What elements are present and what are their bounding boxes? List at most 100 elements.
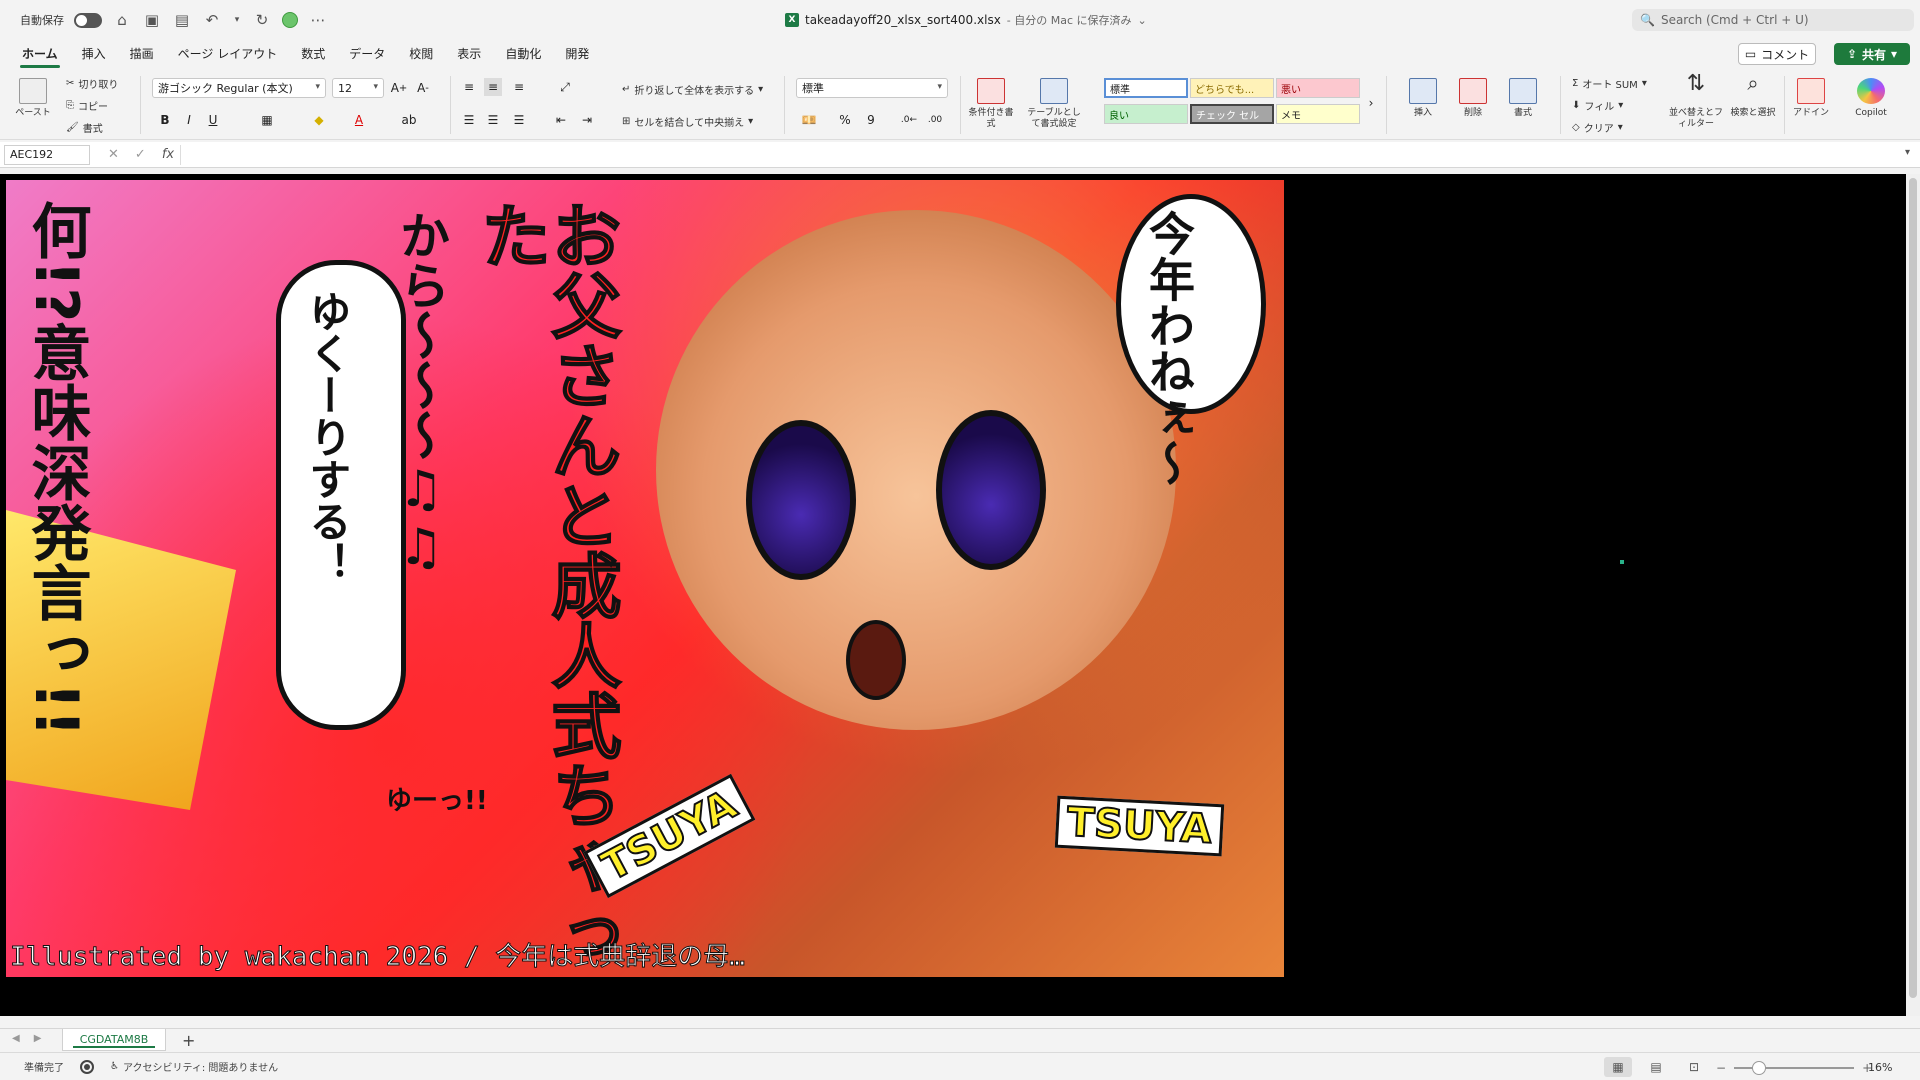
tab-insert[interactable]: 挿入 bbox=[70, 45, 118, 68]
format-cells-button[interactable]: 書式 bbox=[1498, 78, 1548, 119]
tab-review[interactable]: 校閲 bbox=[397, 45, 445, 68]
align-left-icon[interactable]: ☰ bbox=[460, 111, 478, 129]
comment-button[interactable]: ▭ コメント bbox=[1738, 43, 1816, 65]
comma-button[interactable]: 9 bbox=[862, 111, 880, 129]
zoom-slider[interactable] bbox=[1734, 1061, 1855, 1075]
fill-button[interactable]: ⬇ フィル ▾ bbox=[1572, 98, 1623, 113]
worksheet-grid[interactable]: 今年わねぇ〜 ゆくーりする！ お父さんと成人式ちゃった から〜〜〜♫♫ 何!?意… bbox=[0, 174, 1920, 1016]
name-box[interactable]: AEC192 bbox=[4, 144, 90, 165]
tab-page-layout[interactable]: ページ レイアウト bbox=[166, 45, 290, 68]
home-icon[interactable]: ⌂ bbox=[112, 10, 132, 30]
decrease-indent-icon[interactable]: ⇤ bbox=[552, 111, 570, 129]
align-center-icon[interactable]: ☰ bbox=[484, 111, 502, 129]
conditional-format-button[interactable]: 条件付き書式 bbox=[966, 78, 1016, 130]
chevron-down-icon[interactable]: ▾ bbox=[1905, 147, 1910, 158]
tab-developer[interactable]: 開発 bbox=[553, 45, 601, 68]
font-color-icon[interactable]: A bbox=[350, 111, 368, 129]
copilot-button[interactable]: Copilot bbox=[1846, 78, 1896, 119]
scrollbar-thumb[interactable] bbox=[1909, 178, 1917, 998]
align-bottom-icon[interactable]: ≡ bbox=[510, 78, 528, 96]
percent-button[interactable]: % bbox=[836, 111, 854, 129]
currency-icon[interactable]: 💴 bbox=[800, 111, 818, 129]
undo-icon[interactable]: ↶ bbox=[202, 10, 222, 30]
paste-button[interactable]: ペースト bbox=[8, 78, 58, 119]
copy-button[interactable]: ⎘ コピー bbox=[66, 98, 108, 113]
tab-formulas[interactable]: 数式 bbox=[289, 45, 337, 68]
increase-decimal-icon[interactable]: .0← bbox=[900, 111, 918, 129]
italic-button[interactable]: I bbox=[180, 111, 198, 129]
cut-button[interactable]: ✂ 切り取り bbox=[66, 76, 118, 91]
autosum-button[interactable]: Σ オート SUM ▾ bbox=[1572, 76, 1647, 91]
normal-view-icon[interactable]: ▦ bbox=[1604, 1057, 1632, 1077]
vertical-scrollbar[interactable] bbox=[1906, 174, 1920, 1016]
zoom-level[interactable]: 16% bbox=[1868, 1061, 1892, 1074]
font-name-select[interactable]: 游ゴシック Regular (本文) ▾ bbox=[152, 78, 326, 98]
style-bad[interactable]: 悪い bbox=[1276, 78, 1360, 98]
fx-icon[interactable]: fx bbox=[162, 147, 174, 162]
underline-button[interactable]: U bbox=[204, 111, 222, 129]
next-sheet-icon[interactable]: ▶ bbox=[34, 1033, 42, 1044]
decrease-font-icon[interactable]: A- bbox=[414, 79, 432, 97]
search-input[interactable]: 🔍 Search (Cmd + Ctrl + U) bbox=[1632, 9, 1914, 31]
fill-color-icon[interactable]: ◆ bbox=[310, 111, 328, 129]
align-right-icon[interactable]: ☰ bbox=[510, 111, 528, 129]
insert-cells-button[interactable]: 挿入 bbox=[1398, 78, 1448, 119]
font-size-select[interactable]: 12 ▾ bbox=[332, 78, 384, 98]
tab-draw[interactable]: 描画 bbox=[118, 45, 166, 68]
record-macro-icon[interactable] bbox=[80, 1059, 94, 1074]
bold-button[interactable]: B bbox=[156, 111, 174, 129]
divider bbox=[1386, 76, 1387, 134]
page-break-view-icon[interactable]: ⊡ bbox=[1680, 1057, 1708, 1077]
delete-cells-button[interactable]: 削除 bbox=[1448, 78, 1498, 119]
undo-dropdown-icon[interactable]: ▾ bbox=[232, 10, 242, 30]
style-neutral[interactable]: どちらでも... bbox=[1190, 78, 1274, 98]
border-icon[interactable]: ▦ bbox=[258, 111, 276, 129]
zoom-slider-handle[interactable] bbox=[1752, 1061, 1767, 1075]
tab-data[interactable]: データ bbox=[337, 45, 397, 68]
page-layout-view-icon[interactable]: ▤ bbox=[1642, 1057, 1670, 1077]
style-note[interactable]: メモ bbox=[1276, 104, 1360, 124]
style-check-cell[interactable]: チェック セル bbox=[1190, 104, 1274, 124]
formula-input[interactable] bbox=[180, 145, 1890, 165]
orientation-icon[interactable]: ⤢ bbox=[556, 78, 574, 96]
tab-automate[interactable]: 自動化 bbox=[493, 45, 553, 68]
wrap-text-button[interactable]: ↵ 折り返して全体を表示する ▾ bbox=[622, 82, 763, 97]
previous-sheet-icon[interactable]: ◀ bbox=[12, 1033, 20, 1044]
accessibility-status[interactable]: アクセシビリティ: 問題ありません bbox=[123, 1059, 278, 1074]
increase-font-icon[interactable]: A + bbox=[390, 79, 408, 97]
tab-view[interactable]: 表示 bbox=[445, 45, 493, 68]
embedded-illustration[interactable]: 今年わねぇ〜 ゆくーりする！ お父さんと成人式ちゃった から〜〜〜♫♫ 何!?意… bbox=[6, 180, 1284, 977]
style-good[interactable]: 良い bbox=[1104, 104, 1188, 124]
fill-label: フィル bbox=[1584, 102, 1615, 113]
decrease-decimal-icon[interactable]: .00 bbox=[926, 111, 944, 129]
share-button[interactable]: ⇪ 共有 ▾ bbox=[1834, 43, 1910, 65]
add-sheet-icon[interactable]: + bbox=[182, 1031, 195, 1050]
find-select-button[interactable]: ⌕ 検索と選択 bbox=[1728, 73, 1778, 119]
accessibility-icon[interactable]: ♿ bbox=[110, 1061, 119, 1072]
table-format-button[interactable]: テーブルとして書式設定 bbox=[1024, 78, 1084, 130]
more-icon[interactable]: ⋯ bbox=[308, 10, 328, 30]
sort-filter-button[interactable]: ⇅ 並べ替えとフィルター bbox=[1668, 73, 1724, 130]
autosave-toggle[interactable] bbox=[74, 12, 102, 28]
zoom-out-icon[interactable]: − bbox=[1716, 1061, 1726, 1075]
clear-button[interactable]: ◇ クリア ▾ bbox=[1572, 120, 1623, 135]
merge-center-button[interactable]: ⊞ セルを結合して中央揃え ▾ bbox=[622, 114, 753, 129]
save-icon[interactable]: ▣ bbox=[142, 10, 162, 30]
align-middle-icon[interactable]: ≡ bbox=[484, 78, 502, 96]
cancel-icon[interactable]: ✕ bbox=[108, 147, 119, 162]
tab-home[interactable]: ホーム bbox=[10, 45, 70, 68]
addins-button[interactable]: アドイン bbox=[1786, 78, 1836, 119]
increase-indent-icon[interactable]: ⇥ bbox=[578, 111, 596, 129]
sheet-tab[interactable]: CGDATAM8B bbox=[62, 1029, 166, 1051]
window-title[interactable]: X takeadayoff20_xlsx_sort400.xlsx - 自分の … bbox=[785, 12, 1147, 28]
format-painter-button[interactable]: 🖌 書式 bbox=[66, 120, 103, 135]
align-top-icon[interactable]: ≡ bbox=[460, 78, 478, 96]
redo-icon[interactable]: ↻ bbox=[252, 10, 272, 30]
phonetic-icon[interactable]: ab bbox=[400, 111, 418, 129]
chevron-right-icon[interactable]: › bbox=[1362, 94, 1380, 112]
number-format-select[interactable]: 標準 ▾ bbox=[796, 78, 948, 98]
save-as-icon[interactable]: ▤ bbox=[172, 10, 192, 30]
style-standard[interactable]: 標準 bbox=[1104, 78, 1188, 98]
enter-icon[interactable]: ✓ bbox=[135, 147, 146, 162]
status-circle-icon[interactable] bbox=[282, 12, 298, 28]
